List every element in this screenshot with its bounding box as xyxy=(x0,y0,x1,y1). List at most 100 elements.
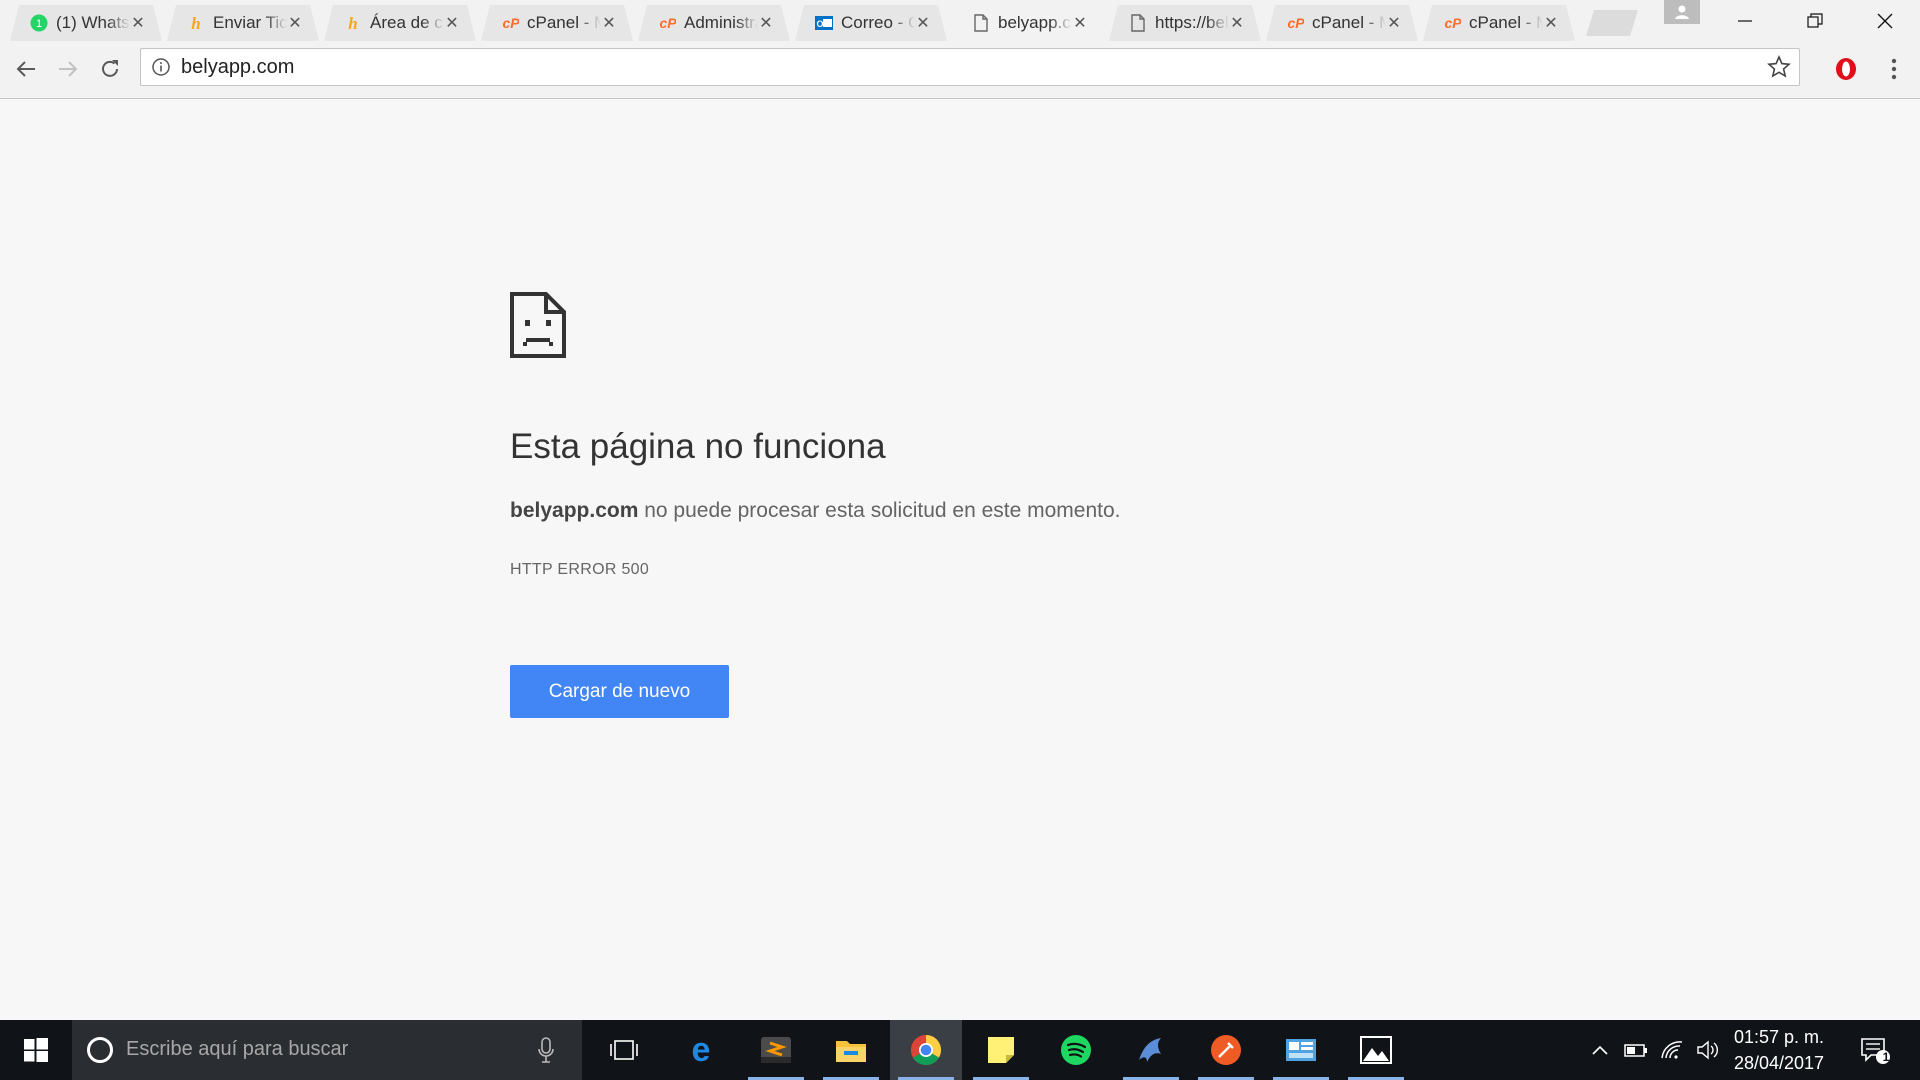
whatsapp-icon: 1 xyxy=(30,14,48,32)
wifi-icon xyxy=(1661,1041,1683,1059)
bookmark-star-icon[interactable] xyxy=(1767,55,1791,79)
tab-whatsapp[interactable]: 1 (1) WhatsApp ✕ xyxy=(10,5,162,41)
clock-time: 01:57 p. m. xyxy=(1733,1027,1825,1047)
cpanel-icon: cP xyxy=(658,14,676,32)
minimize-icon xyxy=(1738,19,1752,22)
tab-cpanel-3[interactable]: cP cPanel - Main ✕ xyxy=(1423,5,1575,41)
menu-button[interactable] xyxy=(1880,55,1908,83)
windows-logo-icon xyxy=(24,1038,48,1062)
tab-correo[interactable]: O Correo - Outlook ✕ xyxy=(795,5,947,41)
close-icon[interactable]: ✕ xyxy=(444,15,460,31)
svg-text:h: h xyxy=(348,14,357,32)
tab-administrador[interactable]: cP Administrador ✕ xyxy=(638,5,790,41)
close-icon[interactable]: ✕ xyxy=(1386,15,1402,31)
tab-cpanel-2[interactable]: cP cPanel - Main ✕ xyxy=(1266,5,1418,41)
restore-button[interactable] xyxy=(1780,0,1850,41)
mysql-workbench-app[interactable] xyxy=(1115,1020,1187,1080)
volume-icon xyxy=(1697,1040,1718,1060)
volume-button[interactable] xyxy=(1692,1020,1724,1080)
chrome-icon xyxy=(910,1035,942,1066)
chrome-app[interactable] xyxy=(890,1020,962,1080)
hostinger-icon: h xyxy=(187,14,205,32)
tab-title: Administrador xyxy=(684,13,755,32)
tab-strip: 1 (1) WhatsApp ✕ h Enviar Ticket ✕ h Áre… xyxy=(0,0,1920,41)
tab-title: (1) WhatsApp xyxy=(56,13,130,32)
tab-title: cPanel - Main xyxy=(1312,13,1375,32)
opera-extension-button[interactable] xyxy=(1832,55,1860,83)
tab-belyapp[interactable]: belyapp.com ✕ xyxy=(952,5,1104,41)
task-view-button[interactable] xyxy=(588,1020,660,1080)
start-button[interactable] xyxy=(0,1020,72,1080)
close-icon[interactable]: ✕ xyxy=(1229,15,1245,31)
edge-app[interactable]: e xyxy=(665,1020,737,1080)
error-description: belyapp.com no puede procesar esta solic… xyxy=(510,499,1121,523)
tab-enviar-ticket[interactable]: h Enviar Ticket ✕ xyxy=(167,5,319,41)
photos-app[interactable] xyxy=(1340,1020,1412,1080)
svg-text:O: O xyxy=(816,19,823,29)
outlook-icon: O xyxy=(815,14,833,32)
url-text[interactable]: belyapp.com xyxy=(181,56,294,79)
tab-cpanel-1[interactable]: cP cPanel - Main ✕ xyxy=(481,5,633,41)
file-explorer-icon xyxy=(836,1041,866,1062)
info-icon[interactable] xyxy=(151,57,171,77)
windows-taskbar: Escribe aquí para buscar e 01:57 p. m. 2… xyxy=(0,1020,1920,1080)
browser-toolbar: belyapp.com xyxy=(0,41,1920,99)
svg-text:1: 1 xyxy=(36,18,42,30)
page-icon xyxy=(972,14,990,32)
search-placeholder: Escribe aquí para buscar xyxy=(126,1038,349,1060)
close-icon[interactable]: ✕ xyxy=(1543,15,1559,31)
minimize-button[interactable] xyxy=(1710,0,1780,41)
notification-count: 1 xyxy=(1882,1050,1890,1064)
battery-icon xyxy=(1624,1044,1647,1057)
battery-button[interactable] xyxy=(1620,1020,1652,1080)
sublime-text-app[interactable] xyxy=(740,1020,812,1080)
tab-title: Correo - Outlook xyxy=(841,13,915,32)
spotify-app[interactable] xyxy=(1040,1020,1112,1080)
more-vert-icon xyxy=(1891,58,1897,80)
edge-icon: e xyxy=(692,1034,711,1066)
restore-icon xyxy=(1807,12,1823,28)
control-panel-app[interactable] xyxy=(1265,1020,1337,1080)
back-button[interactable] xyxy=(10,53,42,85)
postman-icon xyxy=(1211,1035,1241,1065)
close-icon[interactable]: ✕ xyxy=(601,15,617,31)
close-icon xyxy=(1877,13,1893,28)
person-icon xyxy=(1675,5,1689,19)
reload-page-button[interactable]: Cargar de nuevo xyxy=(510,665,729,718)
forward-arrow-icon xyxy=(59,61,78,77)
close-icon[interactable]: ✕ xyxy=(758,15,774,31)
microphone-icon[interactable] xyxy=(536,1036,556,1064)
error-code: HTTP ERROR 500 xyxy=(510,561,650,578)
svg-text:h: h xyxy=(191,14,200,32)
sticky-notes-app[interactable] xyxy=(965,1020,1037,1080)
forward-button[interactable] xyxy=(52,53,84,85)
show-hidden-icons-button[interactable] xyxy=(1586,1020,1614,1080)
wifi-button[interactable] xyxy=(1656,1020,1688,1080)
taskbar-clock[interactable]: 01:57 p. m. 28/04/2017 xyxy=(1724,1024,1834,1076)
new-tab-button[interactable] xyxy=(1586,10,1638,36)
svg-text:cP: cP xyxy=(1287,16,1304,30)
tab-title: Área de clientes xyxy=(370,13,443,32)
clock-date: 28/04/2017 xyxy=(1733,1053,1825,1073)
close-icon[interactable]: ✕ xyxy=(915,15,931,31)
close-icon[interactable]: ✕ xyxy=(1072,15,1088,31)
action-center-button[interactable]: 1 xyxy=(1850,1020,1900,1080)
hostinger-icon: h xyxy=(344,14,362,32)
reload-button[interactable] xyxy=(94,53,126,85)
close-window-button[interactable] xyxy=(1850,0,1920,41)
tab-https[interactable]: https://belyapp ✕ xyxy=(1109,5,1261,41)
error-page: Esta página no funciona belyapp.com no p… xyxy=(0,99,1920,1020)
address-bar[interactable]: belyapp.com xyxy=(140,48,1800,86)
postman-app[interactable] xyxy=(1190,1020,1262,1080)
profile-button[interactable] xyxy=(1664,0,1700,24)
taskbar-search[interactable]: Escribe aquí para buscar xyxy=(72,1020,582,1080)
sticky-notes-icon xyxy=(988,1037,1014,1063)
tab-title: cPanel - Main xyxy=(527,13,590,32)
close-icon[interactable]: ✕ xyxy=(130,15,146,31)
error-message: no puede procesar esta solicitud en este… xyxy=(638,499,1121,522)
close-icon[interactable]: ✕ xyxy=(287,15,303,31)
file-explorer-app[interactable] xyxy=(815,1020,887,1080)
photos-icon xyxy=(1360,1036,1392,1064)
tab-area-clientes[interactable]: h Área de clientes ✕ xyxy=(324,5,476,41)
cpanel-icon: cP xyxy=(1443,14,1461,32)
